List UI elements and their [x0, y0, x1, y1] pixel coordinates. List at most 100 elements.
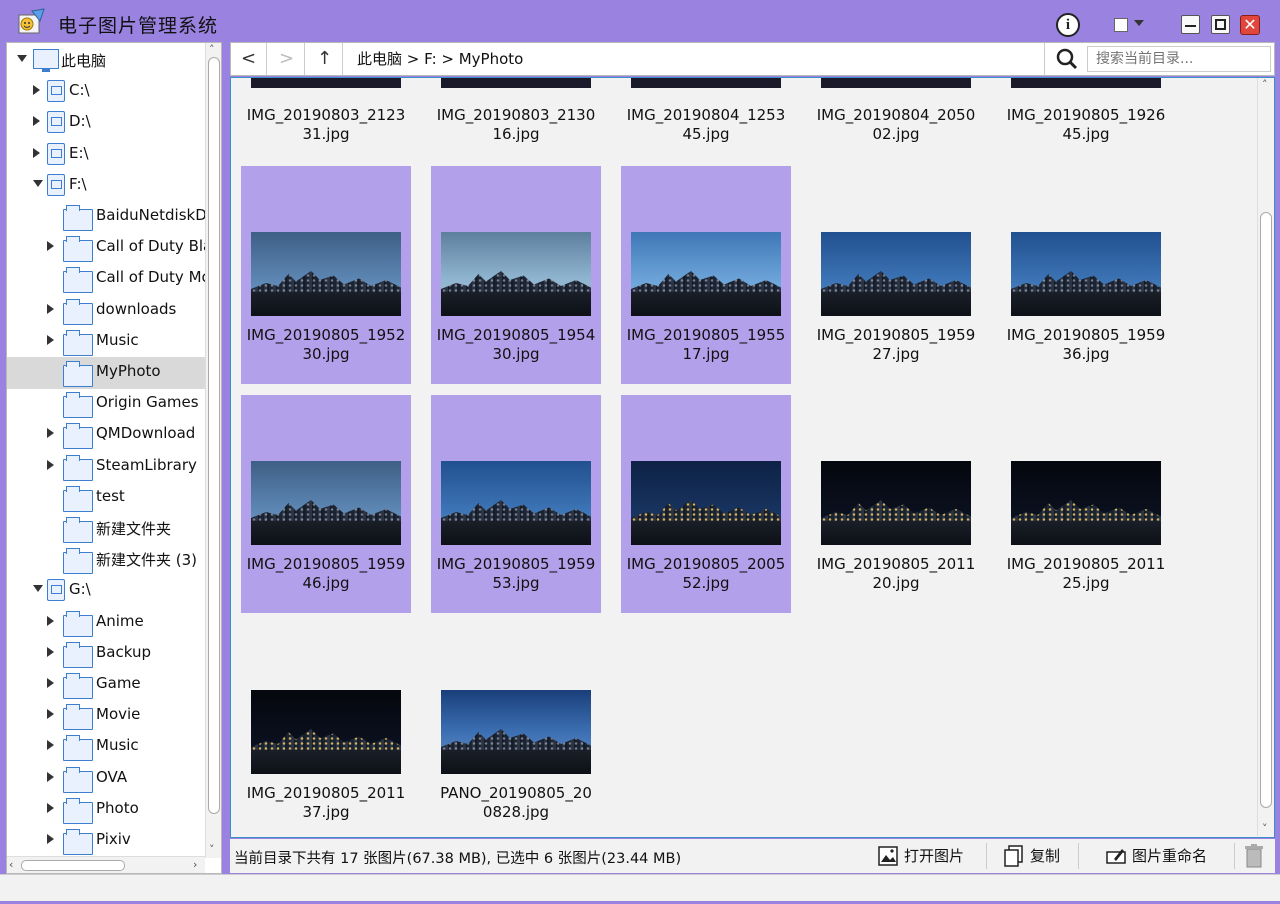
back-button[interactable]: < [231, 43, 267, 75]
tree-item[interactable]: OVA [7, 763, 205, 793]
tree-item[interactable]: Call of Duty Bla [7, 232, 212, 263]
tree-item-this-pc[interactable]: 此电脑 [7, 45, 205, 75]
expand-down-icon[interactable] [17, 55, 27, 62]
rename-image-button[interactable]: 图片重命名 [1106, 843, 1226, 869]
tree-item[interactable]: test [7, 482, 205, 512]
rename-icon [1106, 849, 1126, 864]
expand-right-icon[interactable] [47, 334, 54, 345]
image-tile[interactable]: IMG_20190805_1959 53.jpg [431, 395, 601, 613]
copy-button[interactable]: 复制 [1004, 843, 1074, 869]
tree-item[interactable]: Music [7, 731, 205, 762]
minimize-button[interactable] [1181, 15, 1200, 34]
image-thumbnail [441, 461, 591, 545]
tree-item[interactable]: F:\ [7, 170, 205, 200]
grid-scroll-thumb[interactable] [1260, 212, 1272, 808]
tree-item[interactable]: C:\ [7, 76, 205, 106]
image-tile[interactable]: IMG_20190805_1959 27.jpg [811, 166, 981, 384]
scroll-up-icon[interactable]: ˄ [209, 43, 215, 56]
tree-item[interactable]: Music [7, 326, 205, 356]
image-tile[interactable]: IMG_20190804_2050 02.jpg [811, 78, 981, 153]
expand-right-icon[interactable] [47, 459, 54, 470]
expand-right-icon[interactable] [47, 771, 54, 782]
tree-item[interactable]: Pixiv [7, 825, 205, 855]
scroll-up-icon[interactable]: ˄ [1262, 78, 1268, 91]
tree-item[interactable]: MyPhoto [7, 357, 205, 387]
search-icon[interactable] [1049, 43, 1085, 75]
expand-right-icon[interactable] [47, 802, 54, 813]
image-tile[interactable]: IMG_20190805_1955 17.jpg [621, 166, 791, 384]
tree-item-label: MyPhoto [96, 362, 161, 380]
expand-right-icon[interactable] [47, 740, 54, 751]
tree-horizontal-scrollbar[interactable]: ‹ › [7, 856, 205, 873]
tree-item[interactable]: Game [7, 669, 205, 699]
path-breadcrumb[interactable]: 此电脑 > F: > MyPhoto [347, 43, 1045, 75]
open-image-button[interactable]: 打开图片 [878, 843, 978, 869]
image-grid[interactable]: IMG_20190803_2123 31.jpg IMG_20190803_2130… [230, 77, 1275, 838]
expand-right-icon[interactable] [47, 428, 54, 439]
forward-button[interactable]: > [269, 43, 305, 75]
close-button[interactable]: ✕ [1240, 15, 1260, 35]
folder-tree[interactable]: 此电脑 C:\ D:\ E:\ F:\ BaiduNetdiskD Call of Duty… [6, 42, 222, 874]
tree-item[interactable]: Photo [7, 794, 205, 824]
expand-right-icon[interactable] [47, 834, 54, 844]
tree-item[interactable]: Origin Games [7, 388, 205, 419]
scroll-down-icon[interactable]: ˅ [1262, 822, 1268, 835]
tree-item[interactable]: Call of Duty Mo [7, 263, 211, 294]
image-tile[interactable]: IMG_20190805_1954 30.jpg [431, 166, 601, 384]
tree-vertical-scrollbar[interactable]: ˄ ˅ [205, 43, 221, 858]
expand-right-icon[interactable] [47, 678, 54, 688]
image-tile[interactable]: IMG_20190805_1952 30.jpg [241, 166, 411, 384]
scroll-down-icon[interactable]: ˅ [209, 843, 215, 856]
grid-vertical-scrollbar[interactable]: ˄ ˅ [1257, 78, 1274, 836]
image-tile[interactable]: IMG_20190805_2011 25.jpg [1001, 395, 1171, 613]
tree-hscroll-thumb[interactable] [21, 860, 125, 871]
expand-down-icon[interactable] [33, 585, 43, 593]
info-icon[interactable]: i [1056, 13, 1080, 37]
theme-square-icon[interactable] [1114, 18, 1128, 32]
expand-right-icon[interactable] [47, 241, 54, 252]
tree-item[interactable]: E:\ [7, 139, 205, 169]
tree-item[interactable]: 新建文件夹 [7, 513, 205, 543]
image-filename: IMG_20190805_2011 25.jpg [1001, 555, 1171, 593]
maximize-button[interactable] [1211, 15, 1230, 34]
scroll-left-icon[interactable]: ‹ [9, 858, 13, 871]
expand-right-icon[interactable] [33, 116, 40, 127]
tree-item[interactable]: downloads [7, 295, 205, 325]
tree-item[interactable]: 新建文件夹 (3) [7, 544, 205, 575]
tree-item[interactable]: Backup [7, 638, 205, 668]
trash-icon[interactable] [1244, 844, 1264, 868]
tree-item[interactable]: BaiduNetdiskD [7, 201, 207, 231]
image-tile[interactable]: IMG_20190805_1926 45.jpg [1001, 78, 1171, 153]
search-input[interactable] [1087, 46, 1271, 72]
folder-icon [63, 829, 93, 855]
image-tile[interactable]: IMG_20190803_2123 31.jpg [241, 78, 411, 153]
image-filename: IMG_20190805_2005 52.jpg [621, 555, 791, 593]
tree-item[interactable]: QMDownload [7, 419, 205, 450]
expand-right-icon[interactable] [47, 709, 54, 720]
folder-icon [63, 485, 93, 512]
scroll-right-icon[interactable]: › [193, 858, 197, 871]
image-tile[interactable]: PANO_20190805_20 0828.jpg [431, 624, 601, 837]
expand-right-icon[interactable] [33, 85, 40, 96]
image-tile[interactable]: IMG_20190803_2130 16.jpg [431, 78, 601, 153]
expand-right-icon[interactable] [33, 147, 40, 158]
tree-item[interactable]: G:\ [7, 575, 205, 605]
expand-right-icon[interactable] [47, 646, 54, 657]
image-tile[interactable]: IMG_20190805_2011 20.jpg [811, 395, 981, 613]
expand-right-icon[interactable] [47, 303, 54, 314]
up-button[interactable]: ↑ [307, 43, 343, 75]
image-tile[interactable]: IMG_20190805_1959 36.jpg [1001, 166, 1171, 384]
expand-down-icon[interactable] [33, 179, 43, 187]
tree-item[interactable]: SteamLibrary [7, 451, 205, 481]
tree-scroll-thumb[interactable] [208, 57, 220, 814]
divider [1078, 843, 1079, 869]
image-tile[interactable]: IMG_20190805_2011 37.jpg [241, 624, 411, 837]
expand-right-icon[interactable] [47, 615, 54, 626]
image-tile[interactable]: IMG_20190805_2005 52.jpg [621, 395, 791, 613]
image-tile[interactable]: IMG_20190805_1959 46.jpg [241, 395, 411, 613]
tree-item[interactable]: Anime [7, 607, 205, 637]
chevron-down-icon[interactable] [1134, 20, 1144, 26]
tree-item[interactable]: D:\ [7, 107, 205, 137]
tree-item[interactable]: Movie [7, 700, 205, 731]
image-tile[interactable]: IMG_20190804_1253 45.jpg [621, 78, 791, 153]
